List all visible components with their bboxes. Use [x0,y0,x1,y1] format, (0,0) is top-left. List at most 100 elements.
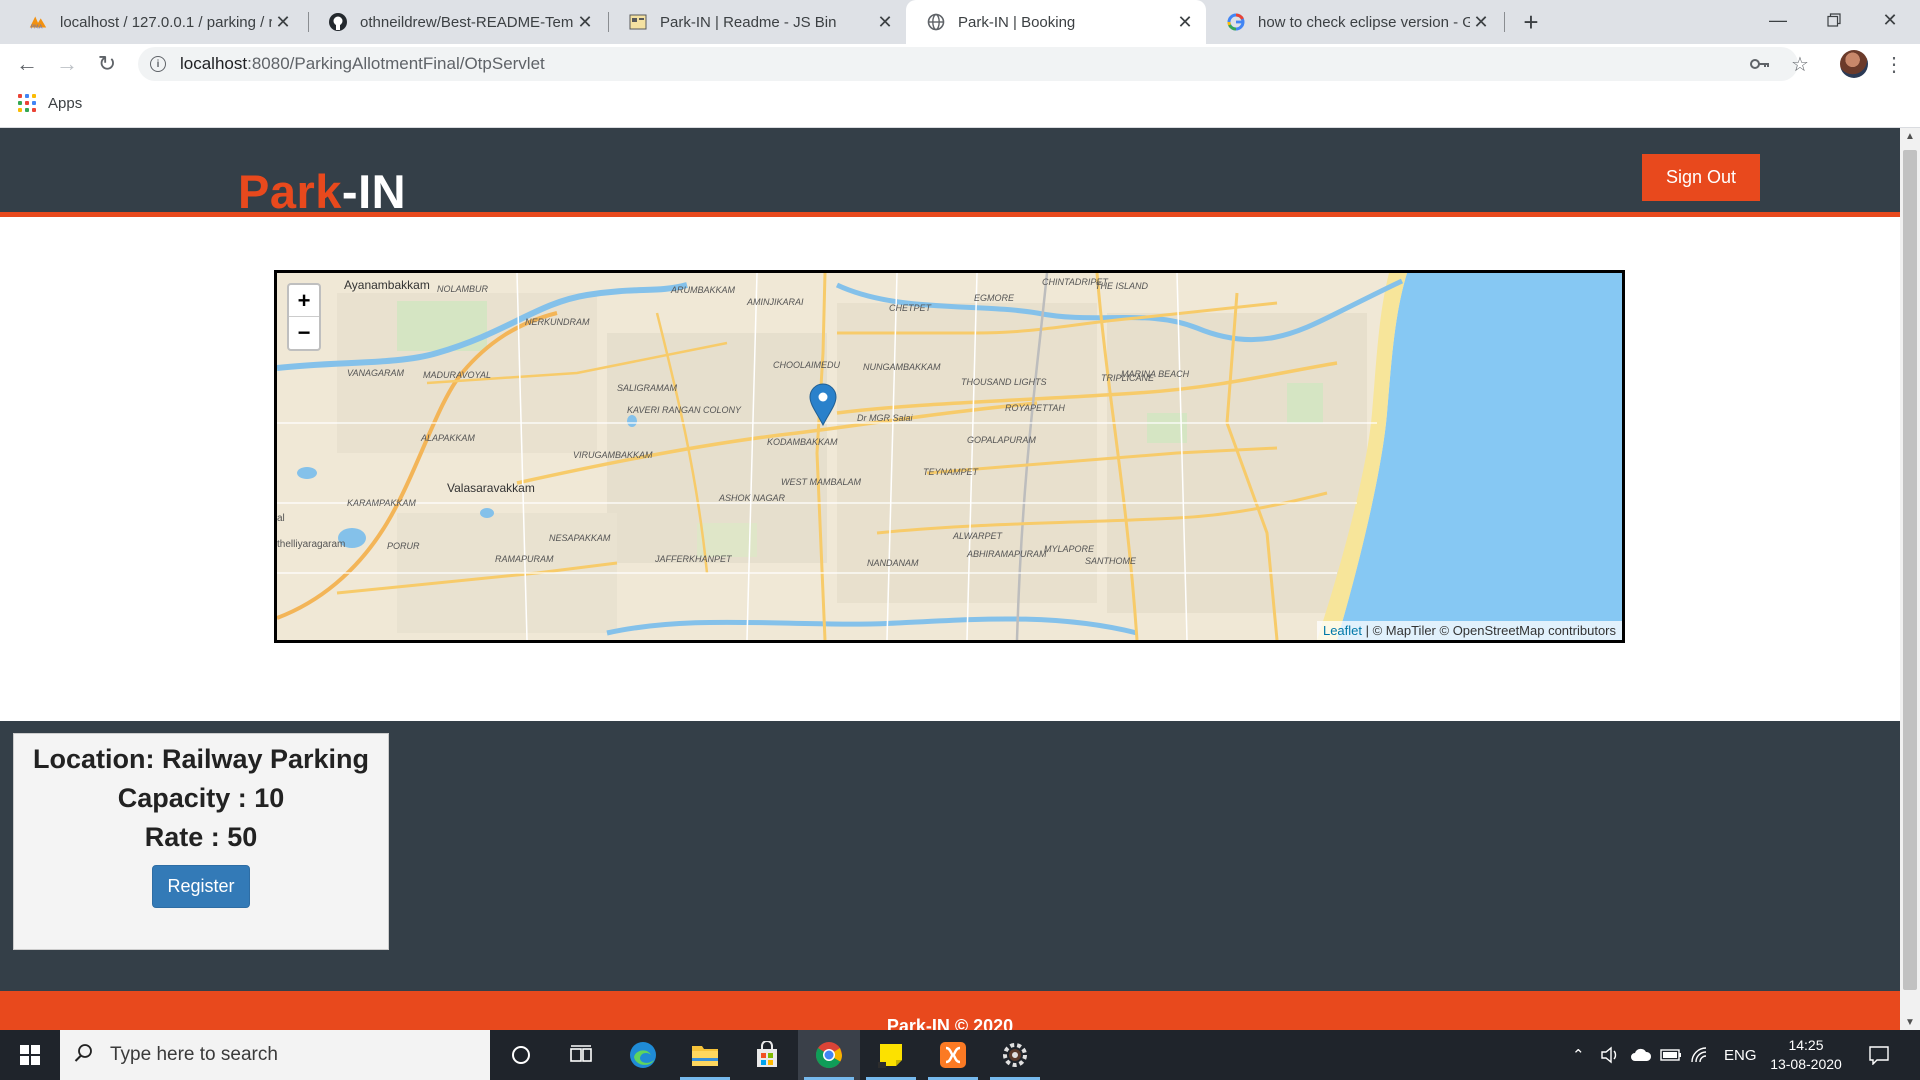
tab-divider [1504,12,1505,32]
location-map[interactable]: Ayanambakkam NOLAMBUR NERKUNDRAM VANAGAR… [274,270,1625,643]
file-explorer-icon[interactable] [674,1030,736,1080]
page-scrollbar[interactable]: ▲ ▼ [1900,128,1920,1030]
settings-gear-icon[interactable] [984,1030,1046,1080]
url-path: :8080/ParkingAllotmentFinal/OtpServlet [247,54,545,73]
site-header: Park-IN Sign Out [0,128,1900,219]
map-label: VIRUGAMBAKKAM [573,450,653,460]
footer-text: Park-IN © 2020 [886,1016,1014,1030]
zoom-out-button[interactable]: − [289,317,319,349]
wifi-icon[interactable] [1690,1030,1710,1080]
microsoft-store-icon[interactable] [736,1030,798,1080]
sticky-notes-icon[interactable] [860,1030,922,1080]
windows-start-icon[interactable] [0,1030,60,1080]
zoom-in-button[interactable]: + [289,285,319,317]
page-viewport: Park-IN Sign Out Ayanambakkam NOLAMBUR N… [0,128,1900,1030]
map-label: TEYNAMPET [923,467,979,477]
search-placeholder: Type here to search [110,1044,278,1065]
map-attribution: Leaflet | © MapTiler © OpenStreetMap con… [1316,621,1622,640]
tray-chevron-up-icon[interactable]: ⌃ [1572,1030,1585,1080]
map-label: GOPALAPURAM [967,435,1036,445]
clock-time: 14:25 [1788,1037,1824,1053]
minimize-icon[interactable]: — [1750,0,1806,40]
tab-google[interactable]: how to check eclipse version - Gc ✕ [1206,0,1502,44]
apps-label: Apps [48,94,83,112]
map-label: KARAMPAKKAM [347,498,416,508]
map-label: KAVERI RANGAN COLONY [627,405,742,415]
language-indicator[interactable]: ENG [1724,1030,1757,1080]
scroll-up-arrow-icon[interactable]: ▲ [1900,128,1920,144]
close-icon[interactable]: ✕ [1470,11,1492,33]
jsbin-icon [628,12,648,32]
address-bar[interactable]: i localhost:8080/ParkingAllotmentFinal/O… [138,47,1809,81]
search-icon [74,1043,94,1068]
site-info-icon[interactable]: i [150,56,166,72]
close-icon[interactable]: ✕ [574,11,596,33]
parking-info-section: Location: Railway Parking Capacity : 10 … [0,721,1900,991]
sign-out-button[interactable]: Sign Out [1642,154,1760,201]
key-icon[interactable] [1750,47,1770,81]
volume-icon[interactable] [1600,1030,1620,1080]
map-label: EGMORE [974,293,1015,303]
xampp-icon[interactable] [922,1030,984,1080]
notification-center-icon[interactable] [1868,1030,1890,1080]
apps-shortcut[interactable]: Apps [18,94,82,112]
scroll-down-arrow-icon[interactable]: ▼ [1900,1014,1920,1030]
tab-github[interactable]: othneildrew/Best-README-Temp ✕ [308,0,606,44]
map-label: Ayanambakkam [344,278,430,292]
svg-text:PMA: PMA [31,24,43,30]
window-close-icon[interactable]: ✕ [1862,0,1918,40]
forward-arrow-icon[interactable]: → [50,47,84,81]
windows-taskbar: Type here to search ⌃ ENG 14:25 13-08-20… [0,1030,1920,1080]
map-label: MYLAPORE [1044,544,1095,554]
site-logo[interactable]: Park-IN [238,164,406,219]
tab-label: localhost / 127.0.0.1 / parking / r [60,13,272,31]
close-icon[interactable]: ✕ [272,11,294,33]
task-view-icon[interactable] [550,1030,612,1080]
map-tiles [277,273,1622,640]
tab-label: othneildrew/Best-README-Temp [360,13,574,31]
taskbar-clock[interactable]: 14:25 13-08-2020 [1766,1036,1846,1074]
profile-avatar[interactable] [1840,50,1868,78]
close-icon[interactable]: ✕ [1174,11,1196,33]
map-label: AMINJIKARAI [747,297,804,307]
apps-grid-icon [18,94,36,112]
close-icon[interactable]: ✕ [874,11,896,33]
site-footer: Park-IN © 2020 [0,991,1900,1030]
restore-icon[interactable] [1806,0,1862,40]
url-host: localhost [180,54,248,73]
leaflet-link[interactable]: Leaflet [1323,623,1362,638]
map-label: NOLAMBUR [437,284,489,294]
map-label: RAMAPURAM [495,554,554,564]
tab-phpmyadmin[interactable]: PMA localhost / 127.0.0.1 / parking / r … [8,0,304,44]
taskbar-search-box[interactable]: Type here to search [60,1030,490,1080]
chrome-icon[interactable] [798,1030,860,1080]
map-label: SANTHOME [1085,556,1137,566]
register-button[interactable]: Register [152,865,250,908]
map-label: MARINA BEACH [1121,369,1190,379]
map-label: NUNGAMBAKKAM [863,362,941,372]
map-zoom-control: + − [287,283,321,351]
parking-card: Location: Railway Parking Capacity : 10 … [13,733,389,950]
battery-icon[interactable] [1660,1030,1682,1080]
tab-label: Park-IN | Readme - JS Bin [660,13,837,31]
bookmark-star-icon[interactable]: ☆ [1791,47,1809,81]
scrollbar-thumb[interactable] [1903,150,1917,990]
map-label: Valasaravakkam [447,481,535,495]
edge-icon[interactable] [612,1030,674,1080]
rate-value: Rate : 50 [144,822,258,852]
capacity-value: Capacity : 10 [117,783,285,813]
map-label: ALAPAKKAM [421,433,475,443]
map-label: CHETPET [889,303,932,313]
tab-booking[interactable]: Park-IN | Booking ✕ [906,0,1206,44]
tab-jsbin[interactable]: Park-IN | Readme - JS Bin ✕ [608,0,906,44]
onedrive-cloud-icon[interactable] [1630,1030,1652,1080]
map-label: ROYAPETTAH [1005,403,1065,413]
new-tab-button[interactable]: + [1516,7,1546,37]
map-label: ASHOK NAGAR [719,493,786,503]
back-arrow-icon[interactable]: ← [10,47,44,81]
tab-label: how to check eclipse version - Gc [1258,13,1470,31]
reload-icon[interactable]: ↻ [90,47,124,81]
cortana-icon[interactable] [490,1030,552,1080]
location-name: Location: Railway Parking [32,744,370,774]
menu-dots-icon[interactable]: ⋮ [1884,50,1904,78]
